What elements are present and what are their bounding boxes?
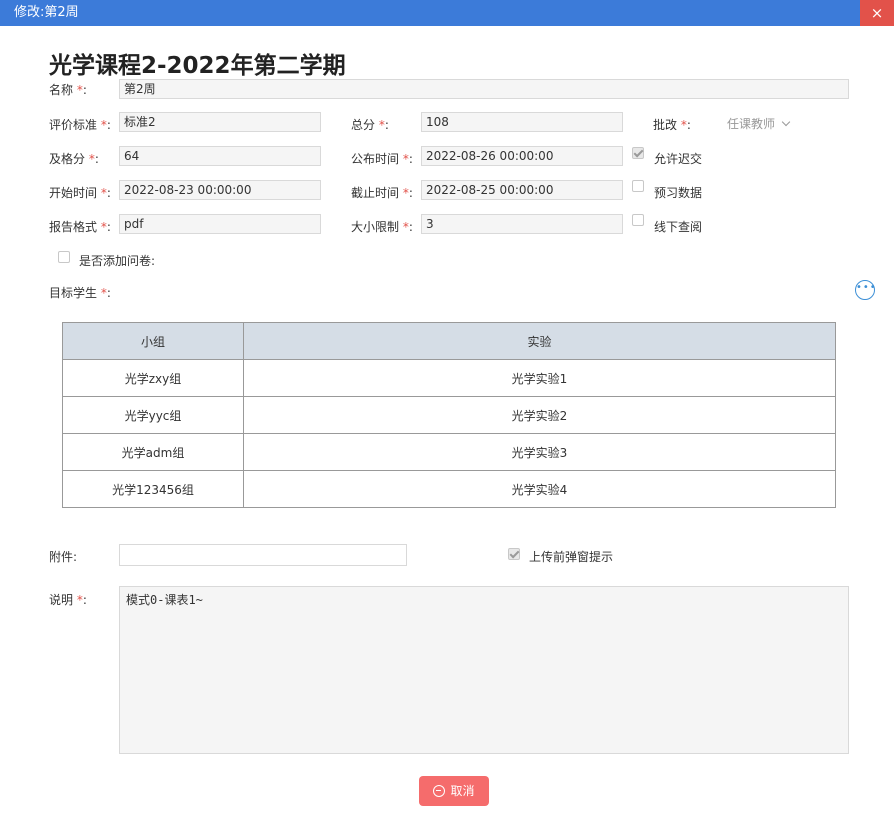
start-time-input[interactable]: 2022-08-23 00:00:00 [119,180,321,200]
deadline-label: 截止时间 *: [351,186,413,200]
table-row[interactable]: 光学yyc组 光学实验2 [62,396,836,434]
upload-popup-checkbox[interactable] [508,548,520,560]
preview-data-checkbox[interactable] [632,180,644,192]
allow-late-label: 允许迟交 [654,152,703,166]
group-cell: 光学123456组 [62,470,244,508]
deadline-input[interactable]: 2022-08-25 00:00:00 [421,180,623,200]
experiment-cell: 光学实验4 [243,470,836,508]
add-questionnaire-checkbox[interactable] [58,251,70,263]
experiment-cell: 光学实验2 [243,396,836,434]
description-label: 说明 *: [49,593,87,607]
target-students-label: 目标学生 *: [49,286,111,300]
minus-circle-icon [433,784,446,797]
report-format-label: 报告格式 *: [49,220,111,234]
table-row[interactable]: 光学adm组 光学实验3 [62,433,836,471]
chevron-down-icon [781,117,791,127]
start-time-label: 开始时间 *: [49,186,111,200]
course-title: 光学课程2-2022年第二学期 [49,53,346,79]
group-cell: 光学yyc组 [62,396,244,434]
cancel-button[interactable]: 取消 [419,776,489,806]
more-options-icon[interactable]: ••• [855,280,876,300]
publish-time-input[interactable]: 2022-08-26 00:00:00 [421,146,623,166]
preview-data-label: 预习数据 [654,186,703,200]
column-header-group: 小组 [62,322,244,360]
table-row[interactable]: 光学123456组 光学实验4 [62,470,836,508]
attachment-label: 附件: [49,550,78,564]
offline-review-label: 线下查阅 [654,220,703,234]
groups-table: 小组 实验 光学zxy组 光学实验1 光学yyc组 光学实验2 光学adm组 光… [62,322,836,508]
experiment-cell: 光学实验3 [243,433,836,471]
experiment-cell: 光学实验1 [243,359,836,397]
description-textarea[interactable]: 模式0-课表1~ [119,586,849,754]
group-cell: 光学adm组 [62,433,244,471]
grading-label: 批改 *: [653,118,691,132]
close-button[interactable]: × [860,0,894,26]
group-cell: 光学zxy组 [62,359,244,397]
criteria-label: 评价标准 *: [49,118,111,132]
table-header-row: 小组 实验 [62,322,836,360]
size-limit-label: 大小限制 *: [351,220,413,234]
total-score-input[interactable]: 108 [421,112,623,132]
add-questionnaire-label: 是否添加问卷: [79,254,156,268]
name-label: 名称 *: [49,83,87,97]
grading-select[interactable]: 任课教师 [727,115,791,132]
size-limit-input[interactable]: 3 [421,214,623,234]
offline-review-checkbox[interactable] [632,214,644,226]
total-score-label: 总分 *: [351,118,389,132]
upload-popup-label: 上传前弹窗提示 [529,550,614,564]
table-row[interactable]: 光学zxy组 光学实验1 [62,359,836,397]
attachment-input[interactable] [119,544,407,566]
report-format-input[interactable]: pdf [119,214,321,234]
dialog-title: 修改:第2周 [14,5,79,20]
pass-score-label: 及格分 *: [49,152,99,166]
criteria-input[interactable]: 标准2 [119,112,321,132]
column-header-experiment: 实验 [243,322,836,360]
pass-score-input[interactable]: 64 [119,146,321,166]
name-input[interactable]: 第2周 [119,79,849,99]
dialog-titlebar: 修改:第2周 × [0,0,894,26]
allow-late-checkbox[interactable] [632,147,644,159]
publish-time-label: 公布时间 *: [351,152,413,166]
